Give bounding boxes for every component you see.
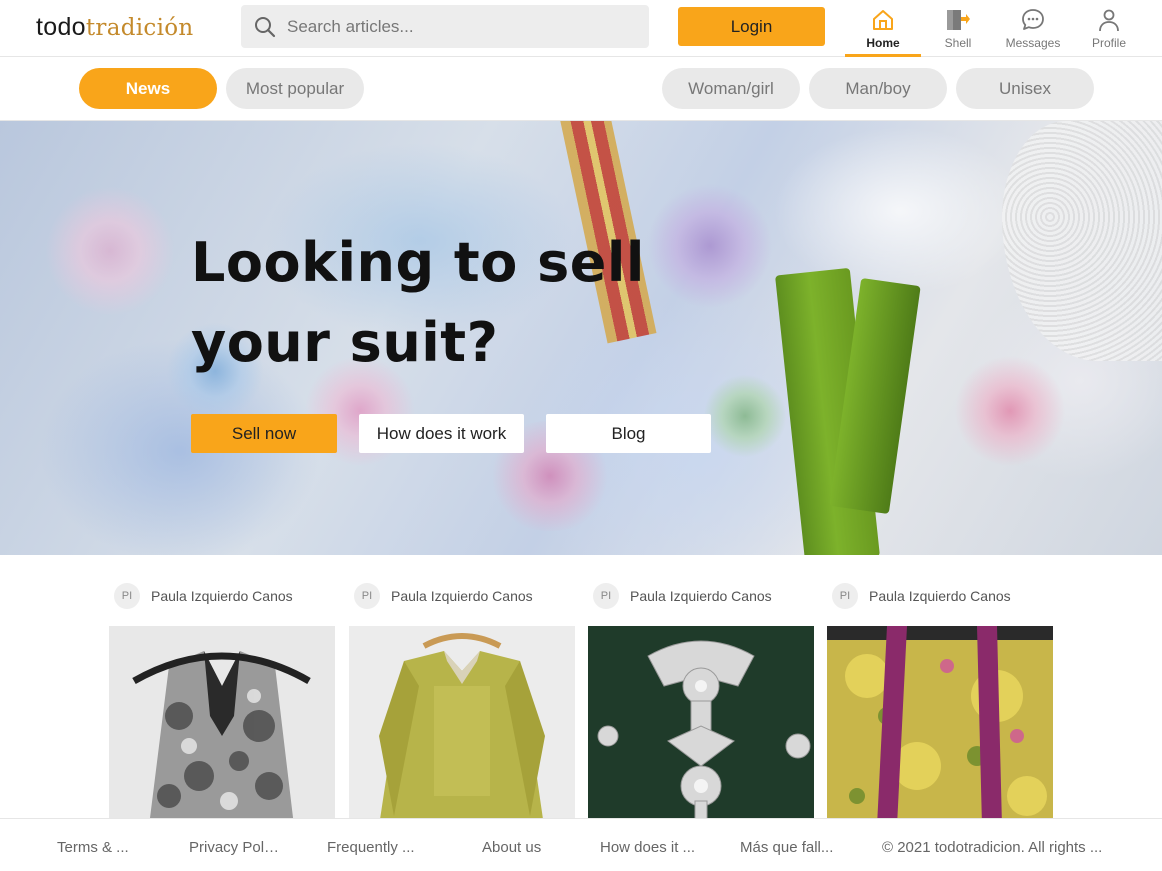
card-author[interactable]: PI Paula Izquierdo Canos [354, 581, 575, 611]
author-name[interactable]: Paula Izquierdo Canos [151, 588, 293, 604]
author-name[interactable]: Paula Izquierdo Canos [869, 588, 1011, 604]
footer-link-how-it-works[interactable]: How does it ... [600, 839, 698, 856]
nav-messages-label: Messages [1005, 36, 1061, 50]
filter-news[interactable]: News [79, 68, 217, 109]
login-button[interactable]: Login [678, 7, 825, 46]
brooch-image [588, 626, 814, 826]
product-photo-brooch[interactable] [588, 626, 814, 826]
filter-most-popular[interactable]: Most popular [226, 68, 364, 109]
logo-text-todo: todo [36, 13, 86, 41]
nav-home-label: Home [866, 36, 900, 50]
search-input[interactable] [287, 16, 617, 37]
profile-icon [1099, 9, 1119, 32]
skirt-image [827, 626, 1053, 826]
top-header: todotradición Login Home Shell [0, 0, 1162, 57]
card-author[interactable]: PI Paula Izquierdo Canos [114, 581, 335, 611]
nav-profile[interactable]: Profile [1071, 6, 1147, 56]
author-name[interactable]: Paula Izquierdo Canos [630, 588, 772, 604]
author-name[interactable]: Paula Izquierdo Canos [391, 588, 533, 604]
home-icon [873, 10, 893, 30]
nav-shell[interactable]: Shell [920, 6, 996, 56]
hero-banner: Looking to sell your suit? Sell now How … [0, 121, 1162, 555]
card-author[interactable]: PI Paula Izquierdo Canos [832, 581, 1053, 611]
footer: Terms & ... Privacy Policy Frequently ..… [0, 818, 1162, 871]
product-photo-skirt[interactable] [827, 626, 1053, 826]
product-card[interactable]: PI Paula Izquierdo Canos [109, 581, 335, 826]
footer-copyright: © 2021 todotradicion. All rights ... [882, 839, 1103, 856]
search-bar[interactable] [241, 5, 649, 48]
footer-link-faq[interactable]: Frequently ... [327, 839, 415, 856]
hero-title: Looking to sell your suit? [191, 231, 645, 374]
nav-messages[interactable]: Messages [995, 6, 1071, 56]
nav-profile-label: Profile [1091, 36, 1126, 50]
logo[interactable]: todotradición [36, 10, 194, 44]
jacket-image [349, 626, 575, 826]
logo-text-tradicion: tradición [85, 15, 194, 41]
product-photo-jacket[interactable] [349, 626, 575, 826]
filter-woman-girl[interactable]: Woman/girl [662, 68, 800, 109]
card-author[interactable]: PI Paula Izquierdo Canos [593, 581, 814, 611]
footer-link-terms[interactable]: Terms & ... [57, 839, 131, 856]
shell-icon [947, 10, 970, 30]
filter-man-boy[interactable]: Man/boy [809, 68, 947, 109]
footer-link-privacy[interactable]: Privacy Policy [189, 839, 281, 856]
how-does-it-work-button[interactable]: How does it work [359, 414, 524, 453]
product-grid: PI Paula Izquierdo Canos PI Paula Izquie… [0, 556, 1162, 826]
avatar[interactable]: PI [114, 583, 140, 609]
nav-shell-label: Shell [944, 36, 972, 50]
avatar[interactable]: PI [593, 583, 619, 609]
sell-now-button[interactable]: Sell now [191, 414, 337, 453]
product-photo-vest[interactable] [109, 626, 335, 826]
vest-image [109, 626, 335, 826]
nav-home[interactable]: Home [845, 6, 921, 57]
filter-unisex[interactable]: Unisex [956, 68, 1094, 109]
footer-link-mas-que-fallas[interactable]: Más que fall... [740, 839, 836, 856]
product-card[interactable]: PI Paula Izquierdo Canos [588, 581, 814, 826]
product-card[interactable]: PI Paula Izquierdo Canos [827, 581, 1053, 826]
avatar[interactable]: PI [832, 583, 858, 609]
blog-button[interactable]: Blog [546, 414, 711, 453]
footer-link-about[interactable]: About us [482, 839, 546, 856]
product-card[interactable]: PI Paula Izquierdo Canos [349, 581, 575, 826]
messages-icon [1022, 9, 1044, 30]
search-icon [255, 16, 276, 37]
avatar[interactable]: PI [354, 583, 380, 609]
filter-bar: News Most popular Woman/girl Man/boy Uni… [0, 58, 1162, 121]
